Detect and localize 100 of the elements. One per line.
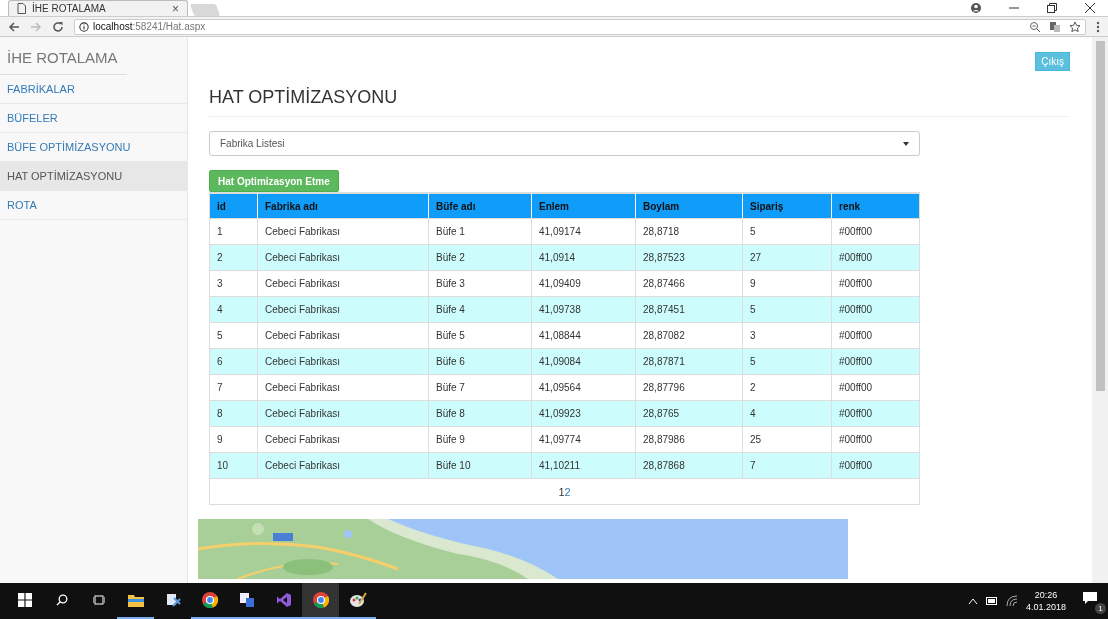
table-cell: Cebeci Fabrikası <box>257 244 428 270</box>
table-cell: Büfe 9 <box>428 426 531 452</box>
back-icon[interactable] <box>8 20 20 33</box>
column-header: Enlem <box>531 193 635 218</box>
sidebar-item[interactable]: HAT OPTİMİZASYONU <box>0 162 187 191</box>
sidebar-item[interactable]: ROTA <box>0 191 187 220</box>
table-cell: Büfe 2 <box>428 244 531 270</box>
task-view-icon[interactable] <box>92 594 105 606</box>
profile-icon[interactable] <box>970 2 982 14</box>
table-cell: #00ff00 <box>831 322 919 348</box>
tab-close-button[interactable]: × <box>172 1 179 16</box>
table-cell: #00ff00 <box>831 374 919 400</box>
search-icon[interactable] <box>55 594 68 606</box>
table-cell: 41,09084 <box>531 348 635 374</box>
table-cell: 41,09774 <box>531 426 635 452</box>
address-field[interactable]: localhost:58241/Hat.aspx <box>74 18 1086 35</box>
menu-icon[interactable] <box>1096 20 1100 33</box>
notification-badge: 1 <box>1095 603 1106 614</box>
sidebar-item[interactable]: BÜFELER <box>0 104 187 133</box>
table-cell: 4 <box>742 400 831 426</box>
chrome-icon[interactable] <box>311 591 330 609</box>
column-header: Boylam <box>635 193 742 218</box>
table-cell: 27 <box>742 244 831 270</box>
info-icon[interactable] <box>79 21 89 32</box>
table-cell: #00ff00 <box>831 400 919 426</box>
table-cell: 5 <box>742 218 831 244</box>
paint-icon[interactable] <box>348 592 367 608</box>
table-cell: Cebeci Fabrikası <box>257 296 428 322</box>
browser-tab[interactable]: İHE ROTALAMA × <box>8 0 188 16</box>
table-cell: 41,10211 <box>531 452 635 478</box>
table-cell: 28,87466 <box>635 270 742 296</box>
table-cell: Büfe 1 <box>428 218 531 244</box>
table-cell: 28,87082 <box>635 322 742 348</box>
translate-icon[interactable] <box>1049 20 1061 33</box>
table-cell: 41,09738 <box>531 296 635 322</box>
factory-select[interactable]: Fabrika Listesi <box>209 131 920 156</box>
table-cell: 6 <box>210 348 257 374</box>
table-cell: 3 <box>742 322 831 348</box>
table-cell: 5 <box>742 348 831 374</box>
table-cell: 28,87796 <box>635 374 742 400</box>
table-cell: 41,08844 <box>531 322 635 348</box>
folder-icon[interactable] <box>127 593 144 607</box>
table-cell: #00ff00 <box>831 244 919 270</box>
table-cell: 5 <box>210 322 257 348</box>
table-cell: Büfe 10 <box>428 452 531 478</box>
visual-studio-icon[interactable] <box>275 592 292 608</box>
table-cell: 25 <box>742 426 831 452</box>
table-cell: Cebeci Fabrikası <box>257 322 428 348</box>
scrollbar[interactable] <box>1092 37 1108 583</box>
brand-title[interactable]: İHE ROTALAMA <box>0 43 127 75</box>
table-cell: Büfe 5 <box>428 322 531 348</box>
page-title: HAT OPTİMİZASYONU <box>209 87 1069 117</box>
table-cell: 7 <box>742 452 831 478</box>
notification-icon[interactable] <box>1082 591 1098 605</box>
table-cell: #00ff00 <box>831 348 919 374</box>
tab-title: İHE ROTALAMA <box>32 3 107 14</box>
table-cell: Büfe 4 <box>428 296 531 322</box>
close-icon[interactable] <box>1084 2 1096 14</box>
taskbar-clock[interactable]: 20:26 4.01.2018 <box>1025 589 1066 613</box>
table-cell: 28,8718 <box>635 218 742 244</box>
table-cell: #00ff00 <box>831 452 919 478</box>
zoom-icon[interactable] <box>1029 20 1041 33</box>
table-cell: 10 <box>210 452 257 478</box>
table-cell: Cebeci Fabrikası <box>257 218 428 244</box>
battery-icon[interactable] <box>985 597 998 605</box>
windows-icon[interactable] <box>17 593 32 607</box>
chrome-icon[interactable] <box>200 591 219 609</box>
table-cell: 7 <box>210 374 257 400</box>
table-cell: 28,87986 <box>635 426 742 452</box>
table-cell: Cebeci Fabrikası <box>257 452 428 478</box>
table-cell: 41,0914 <box>531 244 635 270</box>
reload-icon[interactable] <box>52 20 64 33</box>
column-header: Büfe adı <box>428 193 531 218</box>
optimize-button[interactable]: Hat Optimizasyon Etme <box>209 170 339 192</box>
table-cell: #00ff00 <box>831 270 919 296</box>
caret-icon <box>903 141 909 146</box>
table-cell: Cebeci Fabrikası <box>257 270 428 296</box>
page-icon[interactable] <box>17 3 26 14</box>
table-cell: Cebeci Fabrikası <box>257 374 428 400</box>
sidebar-item[interactable]: FABRİKALAR <box>0 75 187 104</box>
table-cell: 9 <box>210 426 257 452</box>
app-icon[interactable] <box>238 592 255 608</box>
tools-icon[interactable] <box>164 592 181 608</box>
table-cell: Büfe 3 <box>428 270 531 296</box>
table-cell: 9 <box>742 270 831 296</box>
table-cell: 2 <box>742 374 831 400</box>
star-icon[interactable] <box>1069 20 1081 33</box>
table-cell: Büfe 7 <box>428 374 531 400</box>
table-cell: #00ff00 <box>831 426 919 452</box>
restore-icon[interactable] <box>1046 2 1058 14</box>
table-cell: 3 <box>210 270 257 296</box>
page-link[interactable]: 2 <box>564 485 571 498</box>
table-cell: 41,09409 <box>531 270 635 296</box>
current-page: 1 <box>558 485 565 498</box>
table-cell: 28,87871 <box>635 348 742 374</box>
wifi-icon[interactable] <box>1005 595 1018 607</box>
column-header: id <box>210 193 257 218</box>
table-cell: 41,09174 <box>531 218 635 244</box>
chevron-up-icon[interactable] <box>967 597 978 605</box>
column-header: Sipariş <box>742 193 831 218</box>
